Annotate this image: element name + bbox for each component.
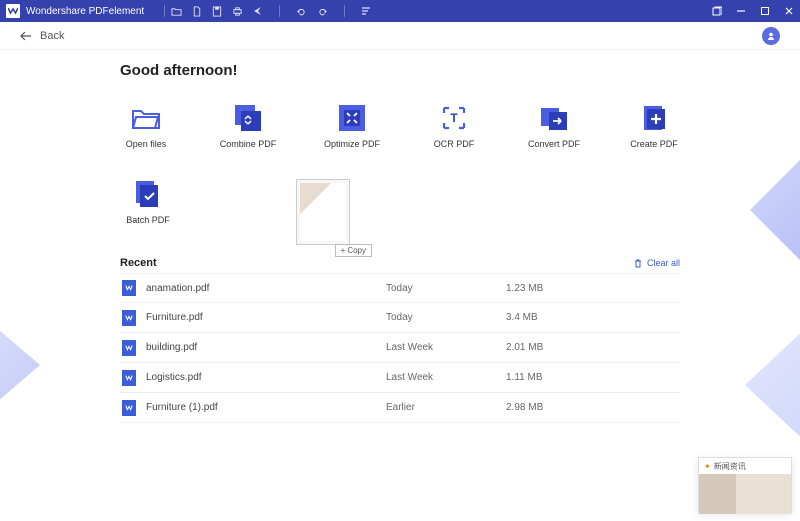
open-files-button[interactable]: Open files — [120, 103, 172, 149]
copy-button[interactable]: + Copy — [335, 244, 372, 257]
actions-row: Open files Combine PDF Optimize PDF T OC… — [120, 103, 680, 149]
close-icon[interactable] — [784, 6, 794, 16]
titlebar-toolbar — [171, 5, 371, 17]
titlebar-divider — [164, 5, 165, 17]
redo-icon[interactable] — [317, 6, 328, 17]
batch-pdf-button[interactable]: Batch PDF — [120, 179, 176, 225]
file-size: 2.01 MB — [506, 342, 586, 353]
file-name: building.pdf — [146, 342, 386, 353]
clear-all-button[interactable]: Clear all — [633, 258, 680, 268]
topbar: Back — [0, 22, 800, 50]
file-date: Earlier — [386, 402, 506, 413]
convert-pdf-button[interactable]: Convert PDF — [528, 103, 580, 149]
file-size: 1.23 MB — [506, 283, 586, 294]
file-icon[interactable] — [192, 6, 202, 17]
pdf-file-icon — [122, 340, 136, 356]
create-pdf-button[interactable]: Create PDF — [628, 103, 680, 149]
action-label: Batch PDF — [126, 215, 170, 225]
create-icon — [639, 103, 669, 133]
file-name: Furniture (1).pdf — [146, 402, 386, 413]
action-label: Convert PDF — [528, 139, 580, 149]
batch-icon — [133, 179, 163, 209]
main-content: Good afternoon! Open files Combine PDF O… — [0, 50, 800, 423]
optimize-icon — [337, 103, 367, 133]
customize-icon[interactable] — [361, 6, 371, 16]
spark-icon: ✦ — [704, 462, 711, 471]
maximize-icon[interactable] — [760, 6, 770, 16]
news-header: ✦ 新闻资讯 — [699, 458, 791, 474]
optimize-pdf-button[interactable]: Optimize PDF — [324, 103, 380, 149]
combine-icon — [233, 103, 263, 133]
table-row[interactable]: Furniture (1).pdf Earlier 2.98 MB — [120, 393, 680, 423]
news-widget[interactable]: ✦ 新闻资讯 — [698, 457, 792, 513]
plus-icon: + — [341, 246, 346, 255]
ocr-icon: T — [439, 103, 469, 133]
action-label: Optimize PDF — [324, 139, 380, 149]
save-icon[interactable] — [212, 6, 222, 17]
app-logo — [6, 4, 20, 18]
file-size: 1.11 MB — [506, 372, 586, 383]
print-icon[interactable] — [232, 6, 243, 17]
table-row[interactable]: building.pdf Last Week 2.01 MB — [120, 333, 680, 363]
titlebar: Wondershare PDFelement — [0, 0, 800, 22]
window-controls — [712, 6, 794, 16]
action-label: OCR PDF — [434, 139, 475, 149]
restore-icon[interactable] — [712, 6, 722, 16]
back-label: Back — [40, 30, 64, 42]
file-date: Last Week — [386, 372, 506, 383]
minimize-icon[interactable] — [736, 6, 746, 16]
pdf-file-icon — [122, 310, 136, 326]
recent-title: Recent — [120, 257, 157, 269]
folder-icon[interactable] — [171, 6, 182, 17]
titlebar-divider — [279, 5, 280, 17]
file-name: anamation.pdf — [146, 283, 386, 294]
open-files-icon — [131, 103, 161, 133]
page-title: Good afternoon! — [120, 62, 680, 79]
actions-row-2: Batch PDF + Copy — [120, 179, 680, 245]
undo-icon[interactable] — [296, 6, 307, 17]
file-size: 3.4 MB — [506, 312, 586, 323]
app-title: Wondershare PDFelement — [26, 6, 144, 17]
pdf-file-icon — [122, 280, 136, 296]
table-row[interactable]: Furniture.pdf Today 3.4 MB — [120, 303, 680, 333]
file-date: Last Week — [386, 342, 506, 353]
clear-all-label: Clear all — [647, 258, 680, 268]
pdf-file-icon — [122, 370, 136, 386]
copy-label: Copy — [347, 246, 366, 255]
document-thumbnail[interactable] — [296, 179, 350, 245]
recent-list: anamation.pdf Today 1.23 MB Furniture.pd… — [120, 273, 680, 423]
file-date: Today — [386, 312, 506, 323]
action-label: Combine PDF — [220, 139, 277, 149]
file-name: Furniture.pdf — [146, 312, 386, 323]
avatar[interactable] — [762, 27, 780, 45]
titlebar-divider — [344, 5, 345, 17]
svg-text:T: T — [450, 111, 458, 125]
recent-header: Recent Clear all — [120, 257, 680, 269]
convert-icon — [539, 103, 569, 133]
document-thumbnail-wrap: + Copy — [296, 179, 350, 245]
pdf-file-icon — [122, 400, 136, 416]
action-label: Create PDF — [630, 139, 678, 149]
news-title: 新闻资讯 — [714, 461, 746, 472]
table-row[interactable]: Logistics.pdf Last Week 1.11 MB — [120, 363, 680, 393]
share-icon[interactable] — [253, 6, 263, 16]
back-button[interactable]: Back — [20, 30, 64, 42]
file-size: 2.98 MB — [506, 402, 586, 413]
file-date: Today — [386, 283, 506, 294]
table-row[interactable]: anamation.pdf Today 1.23 MB — [120, 273, 680, 303]
action-label: Open files — [126, 139, 167, 149]
file-name: Logistics.pdf — [146, 372, 386, 383]
ocr-pdf-button[interactable]: T OCR PDF — [428, 103, 480, 149]
combine-pdf-button[interactable]: Combine PDF — [220, 103, 276, 149]
news-image — [699, 474, 791, 514]
